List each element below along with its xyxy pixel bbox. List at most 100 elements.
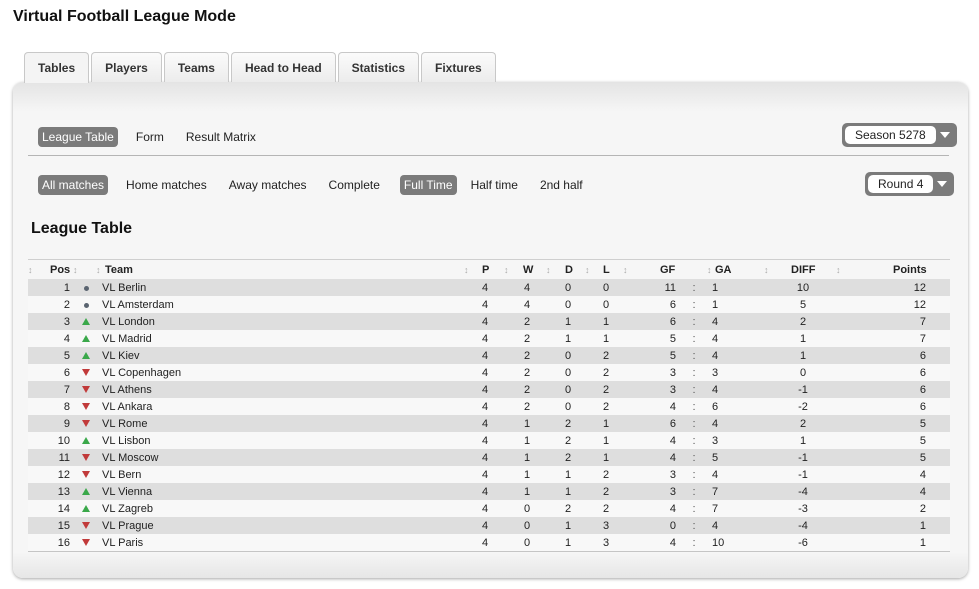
sort-icon[interactable]: ↕	[504, 265, 509, 275]
filter-home-matches[interactable]: Home matches	[122, 175, 211, 195]
table-row[interactable]: 5 VL Kiev 4 2 0 2 5 : 4 1 6	[28, 347, 950, 364]
header-p[interactable]: P	[482, 264, 489, 276]
table-row[interactable]: 9 VL Rome 4 1 2 1 6 : 4 2 5	[28, 415, 950, 432]
header-l[interactable]: L	[603, 264, 610, 276]
sort-icon[interactable]: ↕	[464, 265, 469, 275]
table-row[interactable]: 13 VL Vienna 4 1 1 2 3 : 7 -4 4	[28, 483, 950, 500]
trend-down-icon	[80, 471, 92, 478]
row-won: 2	[523, 332, 531, 345]
filter-result-matrix[interactable]: Result Matrix	[182, 127, 260, 147]
table-row[interactable]: 3 VL London 4 2 1 1 6 : 4 2 7	[28, 313, 950, 330]
row-team[interactable]: VL Kiev	[102, 350, 140, 362]
trend-up-icon	[80, 488, 92, 495]
row-team[interactable]: VL Bern	[102, 469, 141, 481]
sort-icon[interactable]: ↕	[764, 265, 769, 275]
table-row[interactable]: 1 VL Berlin 4 4 0 0 11 : 1 10 12	[28, 279, 950, 296]
row-team[interactable]: VL Berlin	[102, 282, 146, 294]
row-lost: 1	[602, 434, 610, 447]
filter-2nd-half[interactable]: 2nd half	[536, 175, 587, 195]
match-filter-bar: All matches Home matches Away matches Co…	[38, 175, 601, 195]
row-diff: 1	[799, 434, 807, 447]
row-goals-against: 6	[712, 400, 719, 413]
header-w[interactable]: W	[523, 264, 533, 276]
row-goals-for: 6	[669, 298, 676, 311]
sort-icon[interactable]: ↕	[96, 265, 101, 275]
sort-icon[interactable]: ↕	[836, 265, 841, 275]
row-team[interactable]: VL Amsterdam	[102, 299, 174, 311]
row-team[interactable]: VL Rome	[102, 418, 147, 430]
trend-up-icon	[80, 505, 92, 512]
row-played: 4	[481, 332, 489, 345]
sort-icon[interactable]: ↕	[585, 265, 590, 275]
chevron-down-icon[interactable]	[936, 132, 954, 138]
row-points: 1	[919, 519, 926, 532]
row-pos: 1	[63, 281, 70, 294]
season-select[interactable]: Season 5278	[842, 123, 957, 147]
tab-fixtures[interactable]: Fixtures	[421, 52, 496, 82]
filter-away-matches[interactable]: Away matches	[225, 175, 311, 195]
main-tabs: Tables Players Teams Head to Head Statis…	[24, 52, 496, 83]
row-played: 4	[481, 434, 489, 447]
row-team[interactable]: VL Vienna	[102, 486, 152, 498]
row-team[interactable]: VL Madrid	[102, 333, 152, 345]
round-select[interactable]: Round 4	[865, 172, 955, 196]
row-team[interactable]: VL London	[102, 316, 155, 328]
row-goal-separator: :	[692, 502, 696, 515]
filter-half-time[interactable]: Half time	[467, 175, 522, 195]
header-points[interactable]: Points	[893, 264, 927, 276]
filter-full-time[interactable]: Full Time	[399, 175, 457, 195]
table-row[interactable]: 4 VL Madrid 4 2 1 1 5 : 4 1 7	[28, 330, 950, 347]
header-pos[interactable]: Pos	[50, 264, 70, 276]
sort-icon[interactable]: ↕	[707, 265, 712, 275]
row-drawn: 0	[564, 366, 572, 379]
tab-teams[interactable]: Teams	[163, 52, 229, 82]
row-pos: 16	[57, 536, 70, 549]
sort-icon[interactable]: ↕	[546, 265, 551, 275]
tab-players[interactable]: Players	[91, 52, 162, 82]
table-row[interactable]: 15 VL Prague 4 0 1 3 0 : 4 -4 1	[28, 517, 950, 534]
row-team[interactable]: VL Copenhagen	[102, 367, 181, 379]
sort-icon[interactable]: ↕	[623, 265, 628, 275]
table-row[interactable]: 14 VL Zagreb 4 0 2 2 4 : 7 -3 2	[28, 500, 950, 517]
row-won: 2	[523, 315, 531, 328]
table-row[interactable]: 2 VL Amsterdam 4 4 0 0 6 : 1 5 12	[28, 296, 950, 313]
table-row[interactable]: 12 VL Bern 4 1 1 2 3 : 4 -1 4	[28, 466, 950, 483]
tab-tables[interactable]: Tables	[24, 52, 90, 83]
row-team[interactable]: VL Zagreb	[102, 503, 153, 515]
chevron-down-icon[interactable]	[933, 181, 951, 187]
header-diff[interactable]: DIFF	[791, 264, 815, 276]
row-team[interactable]: VL Ankara	[102, 401, 152, 413]
header-gf[interactable]: GF	[660, 264, 675, 276]
row-goal-separator: :	[692, 349, 696, 362]
header-team[interactable]: Team	[105, 264, 133, 276]
filter-form[interactable]: Form	[132, 127, 168, 147]
filter-all-matches[interactable]: All matches	[38, 175, 109, 195]
row-pos: 2	[63, 298, 70, 311]
tab-statistics[interactable]: Statistics	[337, 52, 420, 82]
row-lost: 3	[602, 536, 610, 549]
row-team[interactable]: VL Lisbon	[102, 435, 151, 447]
row-goals-against: 3	[712, 434, 719, 447]
row-drawn: 0	[564, 349, 572, 362]
header-d[interactable]: D	[565, 264, 573, 276]
row-played: 4	[481, 485, 489, 498]
tab-head-to-head[interactable]: Head to Head	[230, 52, 336, 82]
row-team[interactable]: VL Moscow	[102, 452, 158, 464]
row-lost: 0	[602, 281, 610, 294]
table-row[interactable]: 6 VL Copenhagen 4 2 0 2 3 : 3 0 6	[28, 364, 950, 381]
table-row[interactable]: 16 VL Paris 4 0 1 3 4 : 10 -6 1	[28, 534, 950, 551]
sort-icon[interactable]: ↕	[73, 265, 78, 275]
header-ga[interactable]: GA	[715, 264, 732, 276]
table-row[interactable]: 7 VL Athens 4 2 0 2 3 : 4 -1 6	[28, 381, 950, 398]
section-title: League Table	[31, 220, 133, 237]
filter-league-table[interactable]: League Table	[38, 127, 118, 147]
table-row[interactable]: 11 VL Moscow 4 1 2 1 4 : 5 -1 5	[28, 449, 950, 466]
table-row[interactable]: 8 VL Ankara 4 2 0 2 4 : 6 -2 6	[28, 398, 950, 415]
row-team[interactable]: VL Paris	[102, 537, 143, 549]
row-team[interactable]: VL Athens	[102, 384, 152, 396]
row-lost: 1	[602, 417, 610, 430]
filter-complete[interactable]: Complete	[325, 175, 384, 195]
table-row[interactable]: 10 VL Lisbon 4 1 2 1 4 : 3 1 5	[28, 432, 950, 449]
sort-icon[interactable]: ↕	[28, 265, 33, 275]
row-team[interactable]: VL Prague	[102, 520, 154, 532]
